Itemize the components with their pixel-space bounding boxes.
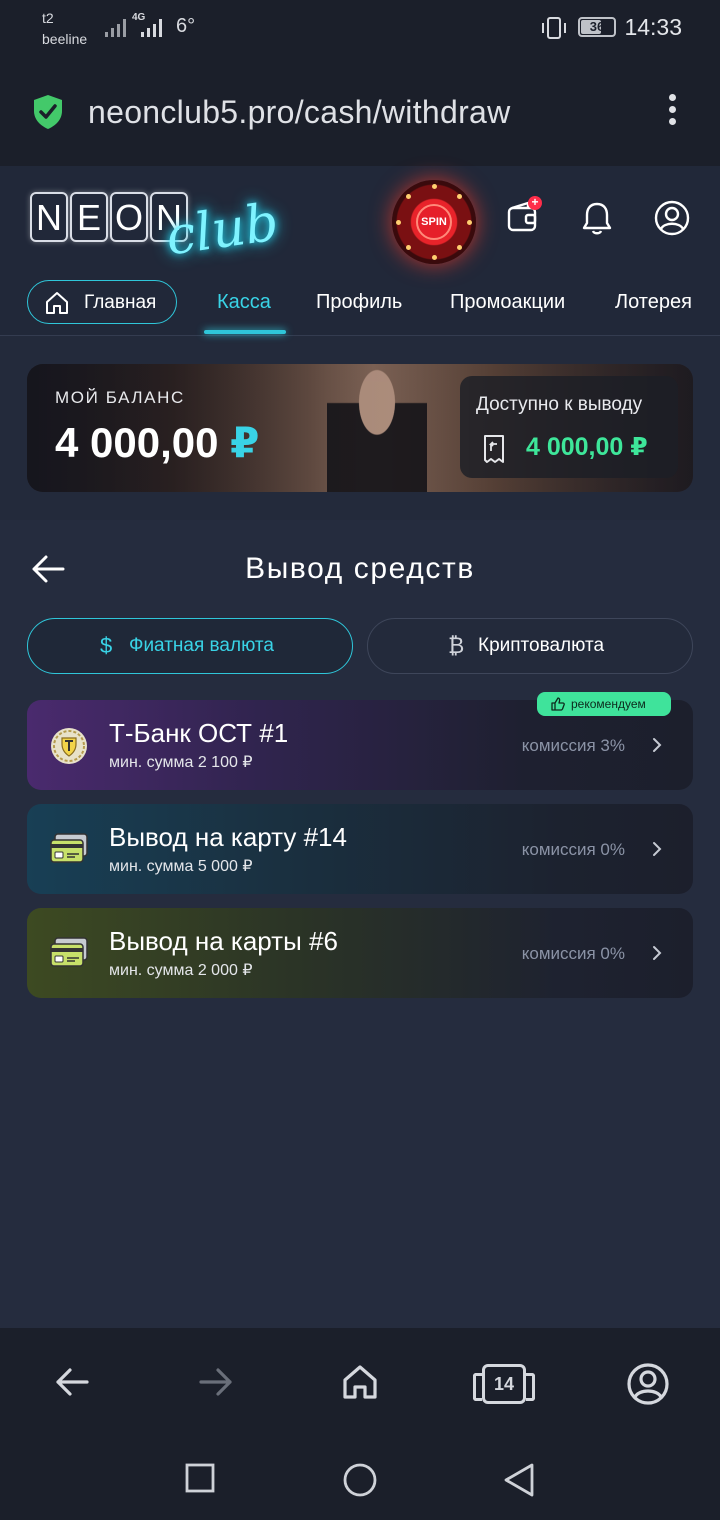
badge-label: рекомендуем	[571, 697, 646, 711]
url-text[interactable]: neonclub5.pro/cash/withdraw	[88, 94, 511, 131]
browser-home-icon[interactable]	[340, 1362, 380, 1402]
tab-cryptocurrency[interactable]: ₿ Криптовалюта	[367, 618, 693, 674]
browser-forward-icon[interactable]	[196, 1362, 236, 1402]
recents-icon[interactable]	[184, 1462, 216, 1494]
tab-label: Фиатная валюта	[129, 635, 274, 656]
receipt-icon	[484, 435, 504, 463]
thumbs-up-icon	[551, 697, 565, 711]
secure-shield-icon[interactable]	[32, 94, 64, 130]
nav-item-profile[interactable]: Профиль	[316, 291, 402, 314]
nav-item-lottery[interactable]: Лотерея	[615, 291, 692, 314]
main-nav: Главная Касса Профиль Промоакции Лотерея	[0, 280, 720, 336]
logo-letter: N	[30, 192, 68, 242]
logo-letter: O	[110, 192, 148, 242]
method-fee: комиссия 3%	[521, 736, 625, 755]
vibrate-icon	[542, 17, 566, 39]
nav-active-indicator	[204, 330, 286, 334]
system-home-icon[interactable]	[342, 1462, 378, 1498]
system-nav-bar	[0, 1440, 720, 1520]
bell-icon[interactable]	[580, 200, 614, 236]
nav-item-label: Главная	[84, 292, 157, 313]
signal-icon-2	[141, 19, 162, 37]
chevron-right-icon	[653, 946, 662, 960]
withdraw-section: Вывод средств $ Фиатная валюта ₿ Криптов…	[0, 520, 720, 1328]
available-to-withdraw: Доступно к выводу 4 000,00 ₽	[460, 376, 678, 478]
clock: 14:33	[624, 14, 682, 40]
chevron-right-icon	[653, 738, 662, 752]
carrier-top: t2	[42, 10, 54, 26]
recommended-badge: рекомендуем	[537, 692, 671, 716]
method-fee: комиссия 0%	[521, 944, 625, 963]
card-icon	[50, 937, 88, 967]
withdraw-method-cards-6[interactable]: Вывод на карты #6 мин. сумма 2 000 ₽ ком…	[27, 908, 693, 998]
page-title: Вывод средств	[245, 552, 475, 585]
battery-icon: 36	[578, 17, 616, 37]
home-icon	[46, 292, 68, 314]
method-min-amount: мин. сумма 2 100 ₽	[109, 754, 253, 771]
browser-profile-icon[interactable]	[626, 1362, 670, 1406]
balance-amount: 4 000,00 ₽	[55, 418, 259, 467]
nav-item-cash[interactable]: Касса	[217, 291, 271, 314]
available-amount: 4 000,00 ₽	[526, 433, 648, 461]
carrier-bottom: beeline	[42, 31, 88, 47]
balance-value: 4 000,00	[55, 419, 219, 466]
available-label: Доступно к выводу	[476, 394, 643, 415]
method-fee: комиссия 0%	[521, 840, 625, 859]
nav-item-promotions[interactable]: Промоакции	[450, 291, 565, 314]
bitcoin-icon: ₿	[448, 633, 465, 658]
nav-item-home[interactable]: Главная	[27, 280, 177, 324]
site-content: N E O N club SPIN + Главная Касса Профил…	[0, 166, 720, 1328]
tbank-logo-icon	[51, 728, 87, 764]
logo-letter: E	[70, 192, 108, 242]
browser-url-bar: neonclub5.pro/cash/withdraw	[0, 58, 720, 166]
browser-toolbar: 14	[0, 1328, 720, 1440]
balance-currency: ₽	[230, 419, 260, 466]
status-bar: t2 beeline 4G 6° 36 14:33	[0, 0, 720, 58]
spin-label: SPIN	[416, 204, 452, 240]
dollar-icon: $	[100, 633, 113, 658]
tab-label: Криптовалюта	[478, 635, 605, 656]
signal-icon	[105, 19, 126, 37]
tabs-button[interactable]: 14	[473, 1364, 535, 1404]
browser-back-icon[interactable]	[52, 1362, 92, 1402]
withdraw-method-card-14[interactable]: Вывод на карту #14 мин. сумма 5 000 ₽ ко…	[27, 804, 693, 894]
method-min-amount: мин. сумма 5 000 ₽	[109, 858, 253, 875]
chevron-right-icon	[653, 842, 662, 856]
profile-icon[interactable]	[654, 200, 690, 236]
menu-icon[interactable]	[664, 94, 680, 130]
tab-fiat-currency[interactable]: $ Фиатная валюта	[27, 618, 353, 674]
wallet-badge: +	[528, 196, 542, 210]
system-back-icon[interactable]	[502, 1462, 536, 1498]
spin-wheel-button[interactable]: SPIN	[392, 180, 476, 264]
neon-club-logo[interactable]: N E O N club	[26, 190, 282, 270]
site-header: N E O N club SPIN + Главная Касса Профил…	[0, 166, 720, 336]
withdraw-method-tbank[interactable]: Т-Банк ОСТ #1 мин. сумма 2 100 ₽ комисси…	[27, 692, 693, 790]
temperature: 6°	[176, 15, 196, 37]
method-name: Вывод на карту #14	[109, 822, 347, 852]
method-min-amount: мин. сумма 2 000 ₽	[109, 962, 253, 979]
battery-level: 36	[589, 19, 605, 34]
card-icon	[50, 833, 88, 863]
carrier-label: t2 beeline	[42, 8, 87, 50]
method-name: Т-Банк ОСТ #1	[109, 718, 289, 748]
balance-banner: МОЙ БАЛАНС 4 000,00 ₽ Доступно к выводу …	[27, 364, 693, 492]
balance-label: МОЙ БАЛАНС	[55, 388, 185, 407]
method-name: Вывод на карты #6	[109, 926, 338, 956]
